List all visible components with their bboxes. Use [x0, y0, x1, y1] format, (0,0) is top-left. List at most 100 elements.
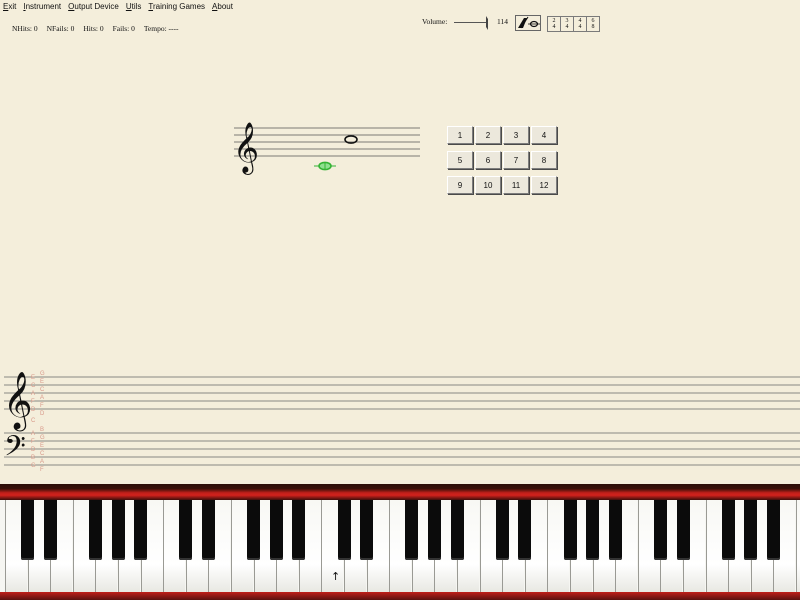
stats-bar: NHits: 0 NFails: 0 Hits: 0 Fails: 0 Temp… — [12, 24, 179, 33]
black-key[interactable] — [427, 500, 441, 560]
time-signature-buttons: 24344468 — [547, 16, 600, 32]
black-key[interactable] — [653, 500, 667, 560]
note-letter: E — [40, 379, 44, 385]
black-key[interactable] — [721, 500, 735, 560]
piano-top-frame — [0, 484, 800, 500]
menu-label: tils — [131, 2, 142, 11]
note-letter: G — [40, 371, 45, 377]
black-key[interactable] — [586, 500, 600, 560]
answer-button-6[interactable]: 6 — [475, 151, 501, 169]
black-key[interactable] — [676, 500, 690, 560]
time-signature-button[interactable]: 44 — [573, 16, 586, 32]
note-letter: A — [40, 459, 44, 465]
black-key[interactable] — [247, 500, 261, 560]
time-signature-bottom: 4 — [578, 24, 582, 30]
menu-label: xit — [8, 2, 17, 11]
time-signature-bottom: 8 — [591, 24, 595, 30]
note-letter: E — [40, 443, 44, 449]
answer-button-10[interactable]: 10 — [475, 176, 501, 194]
menu-item-output-device[interactable]: Output Device — [68, 2, 119, 11]
treble-clef-icon: 𝄞 — [233, 122, 259, 175]
black-key[interactable] — [292, 500, 306, 560]
exercise-staff: 𝄞 — [233, 122, 420, 175]
menu-item-training-games[interactable]: Training Games — [148, 2, 205, 11]
time-signature-bottom: 4 — [565, 24, 569, 30]
bass-clef-icon: 𝄢 — [4, 430, 26, 470]
note-letter: E — [31, 375, 35, 381]
black-key[interactable] — [563, 500, 577, 560]
note-letter: F — [31, 399, 35, 405]
note-letter-guide: ECAFDGECAFDAFDBGBGECAFC — [31, 371, 45, 473]
metronome-button[interactable] — [515, 15, 541, 31]
black-key[interactable] — [518, 500, 532, 560]
volume-value: 114 — [497, 17, 508, 26]
answer-button-7[interactable]: 7 — [503, 151, 529, 169]
piano-keyboard: ↑ — [0, 484, 800, 600]
answer-button-9[interactable]: 9 — [447, 176, 473, 194]
staff-lines — [234, 127, 420, 157]
note-letter: C — [40, 451, 45, 457]
fails-stat: Fails: 0 — [112, 24, 135, 33]
black-key[interactable] — [43, 500, 57, 560]
menu-item-utils[interactable]: Utils — [126, 2, 142, 11]
treble-staff-lines — [4, 376, 800, 410]
menu-item-instrument[interactable]: Instrument — [23, 2, 61, 11]
bass-staff-lines — [4, 432, 800, 466]
black-key[interactable] — [405, 500, 419, 560]
nhits-stat: NHits: 0 — [12, 24, 38, 33]
black-key[interactable] — [360, 500, 374, 560]
grand-treble-clef-icon: 𝄞 — [3, 371, 33, 432]
answer-button-4[interactable]: 4 — [531, 126, 557, 144]
time-signature-button[interactable]: 34 — [560, 16, 573, 32]
answer-button-5[interactable]: 5 — [447, 151, 473, 169]
answer-button-8[interactable]: 8 — [531, 151, 557, 169]
black-key[interactable] — [608, 500, 622, 560]
note-letter: D — [40, 411, 45, 417]
black-key[interactable] — [201, 500, 215, 560]
black-key[interactable] — [21, 500, 35, 560]
menu-item-about[interactable]: About — [212, 2, 233, 11]
black-key[interactable] — [134, 500, 148, 560]
note-letter: D — [31, 407, 36, 413]
menu-item-exit[interactable]: Exit — [3, 2, 16, 11]
menu-bar: Exit Instrument Output Device Utils Training… — [0, 0, 237, 13]
grand-staff: 𝄞 𝄢 ECAFDGECAFDAFDBGBGECAFC — [3, 371, 800, 473]
black-key[interactable] — [450, 500, 464, 560]
note-letter: B — [40, 427, 44, 433]
hits-stat: Hits: 0 — [83, 24, 104, 33]
black-key[interactable] — [179, 500, 193, 560]
volume-slider-track[interactable] — [454, 22, 486, 23]
volume-label: Volume: — [422, 17, 448, 26]
answer-button-11[interactable]: 11 — [503, 176, 529, 194]
black-key[interactable] — [269, 500, 283, 560]
black-key[interactable] — [337, 500, 351, 560]
middle-c-marker-icon: ↑ — [331, 570, 341, 583]
black-key[interactable] — [766, 500, 780, 560]
menu-label: nstrument — [25, 2, 62, 11]
answer-button-3[interactable]: 3 — [503, 126, 529, 144]
time-signature-button[interactable]: 24 — [547, 16, 560, 32]
black-key[interactable] — [744, 500, 758, 560]
note-letter: C — [31, 383, 36, 389]
time-signature-bottom: 4 — [552, 24, 556, 30]
volume-slider-thumb[interactable] — [485, 16, 489, 30]
piano-keys — [0, 500, 800, 600]
black-key[interactable] — [88, 500, 102, 560]
menu-label: bout — [217, 2, 233, 11]
note-letter: F — [40, 467, 44, 473]
tempo-stat: Tempo: ---- — [143, 24, 179, 33]
time-signature-button[interactable]: 68 — [586, 16, 600, 32]
note-letter: D — [31, 447, 36, 453]
answer-button-2[interactable]: 2 — [475, 126, 501, 144]
black-key[interactable] — [495, 500, 509, 560]
nfails-stat: NFails: 0 — [46, 24, 75, 33]
white-key[interactable] — [796, 500, 800, 592]
answer-buttons-grid: 1 2 3 4 5 6 7 8 9 10 11 12 — [447, 126, 557, 194]
played-note-green — [314, 161, 336, 171]
note-letter: F — [31, 439, 35, 445]
note-letter: G — [40, 435, 45, 441]
answer-button-1[interactable]: 1 — [447, 126, 473, 144]
answer-button-12[interactable]: 12 — [531, 176, 557, 194]
note-letter: C — [40, 387, 45, 393]
black-key[interactable] — [111, 500, 125, 560]
